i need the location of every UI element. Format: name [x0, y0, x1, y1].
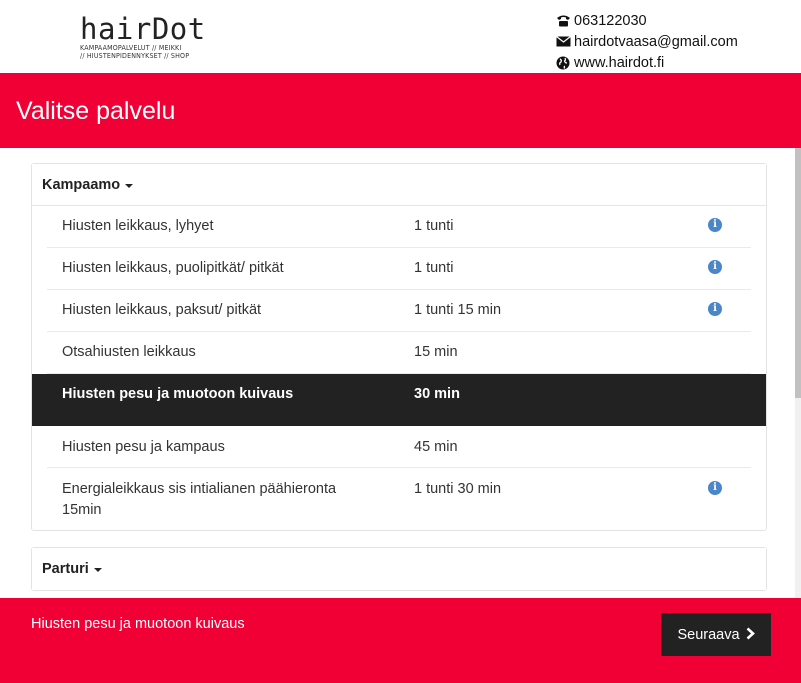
service-duration: 15 min	[414, 344, 458, 360]
service-name: Energialeikkaus sis intialianen päähiero…	[62, 481, 337, 518]
contact-info: 063122030 hairdotvaasa@gmail.com www.hai…	[554, 10, 738, 73]
service-row[interactable]: Otsahiusten leikkaus 15 min	[47, 332, 751, 374]
page-title: Valitse palvelu	[16, 97, 176, 125]
contact-phone[interactable]: 063122030	[554, 10, 738, 31]
service-duration: 30 min	[414, 386, 460, 402]
website-url: www.hairdot.fi	[574, 54, 665, 71]
service-name: Hiusten leikkaus, paksut/ pitkät	[62, 302, 262, 318]
service-duration: 45 min	[414, 439, 458, 455]
category-toggle-parturi[interactable]: Parturi	[32, 548, 766, 590]
globe-icon	[554, 56, 572, 70]
top-header: hairDot KAMPAAMOPALVELUT // MEIKKI // HI…	[0, 0, 801, 73]
phone-icon	[554, 14, 572, 27]
category-label: Parturi	[42, 561, 89, 577]
service-row-selected[interactable]: Hiusten pesu ja muotoon kuivaus 30 min	[32, 374, 766, 426]
info-icon[interactable]: i	[708, 302, 722, 316]
service-list: Hiusten leikkaus, lyhyet 1 tunti i Hiust…	[32, 206, 766, 530]
service-name: Hiusten leikkaus, lyhyet	[62, 218, 214, 234]
selected-service-summary: Hiusten pesu ja muotoon kuivaus	[31, 616, 245, 632]
envelope-icon	[554, 36, 572, 47]
email-address: hairdotvaasa@gmail.com	[574, 33, 738, 50]
caret-down-icon	[125, 183, 134, 188]
service-name: Hiusten leikkaus, puolipitkät/ pitkät	[62, 260, 284, 276]
service-name: Hiusten pesu ja muotoon kuivaus	[62, 386, 294, 402]
category-panel-parturi: Parturi	[31, 547, 767, 591]
next-button[interactable]: Seuraava	[661, 613, 771, 656]
service-duration: 1 tunti	[414, 218, 454, 234]
contact-website[interactable]: www.hairdot.fi	[554, 52, 738, 73]
category-label: Kampaamo	[42, 176, 121, 193]
chevron-right-icon	[746, 625, 755, 645]
hairdot-logo[interactable]: hairDot KAMPAAMOPALVELUT // MEIKKI // HI…	[80, 14, 206, 60]
service-name: Hiusten pesu ja kampaus	[62, 439, 225, 455]
service-scroll-area[interactable]: Kampaamo Hiusten leikkaus, lyhyet 1 tunt…	[0, 148, 801, 598]
service-name: Otsahiusten leikkaus	[62, 344, 196, 360]
phone-number: 063122030	[574, 12, 647, 29]
logo-wordmark: hairDot	[80, 12, 206, 46]
service-row[interactable]: Hiusten leikkaus, puolipitkät/ pitkät 1 …	[47, 248, 751, 290]
category-toggle-kampaamo[interactable]: Kampaamo	[32, 164, 766, 206]
contact-email[interactable]: hairdotvaasa@gmail.com	[554, 31, 738, 52]
info-icon[interactable]: i	[708, 218, 722, 232]
service-row[interactable]: Hiusten pesu ja kampaus 45 min	[47, 426, 751, 468]
scrollbar-thumb[interactable]	[795, 148, 801, 398]
service-duration: 1 tunti	[414, 260, 454, 276]
caret-down-icon	[93, 568, 102, 572]
info-icon[interactable]: i	[708, 260, 722, 274]
service-duration: 1 tunti 30 min	[414, 481, 502, 497]
service-row[interactable]: Hiusten leikkaus, lyhyet 1 tunti i	[47, 206, 751, 248]
service-row[interactable]: Energialeikkaus sis intialianen päähiero…	[47, 468, 751, 530]
category-panel-kampaamo: Kampaamo Hiusten leikkaus, lyhyet 1 tunt…	[31, 163, 767, 531]
service-duration: 1 tunti 15 min	[414, 302, 502, 318]
selection-footer: Hiusten pesu ja muotoon kuivaus Seuraava	[0, 598, 801, 683]
service-row[interactable]: Hiusten leikkaus, paksut/ pitkät 1 tunti…	[47, 290, 751, 332]
info-icon[interactable]: i	[708, 481, 722, 495]
page-banner: Valitse palvelu	[0, 73, 801, 148]
next-button-label: Seuraava	[677, 626, 740, 643]
logo-tagline-2: // HIUSTENPIDENNYKSET // SHOP	[80, 52, 190, 60]
